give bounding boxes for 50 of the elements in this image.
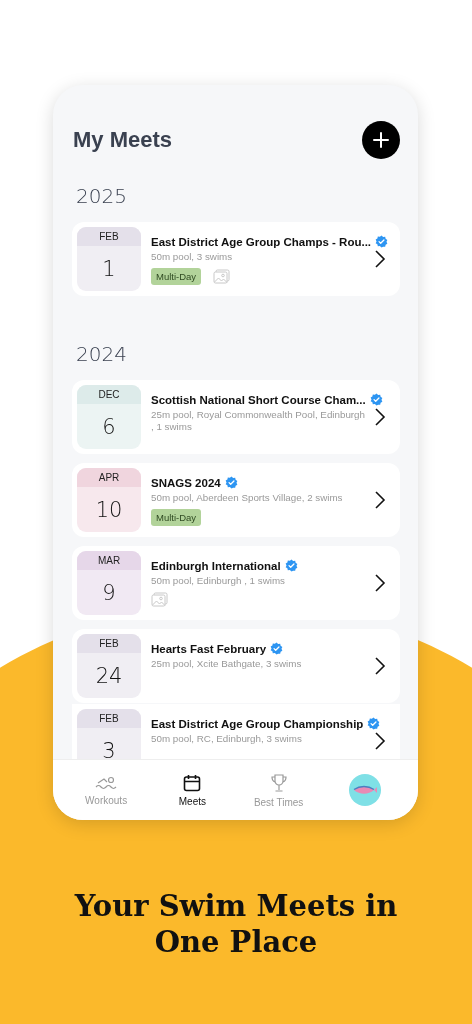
year-heading: 2025 bbox=[76, 184, 128, 208]
plus-icon bbox=[372, 131, 390, 149]
multi-day-tag: Multi-Day bbox=[151, 508, 202, 526]
meet-card[interactable]: DEC 6 Scottish National Short Course Cham... 25m pool, Royal Commonwealth Pool, Edinburgh , 1 swims bbox=[72, 380, 400, 454]
day-number: 1 bbox=[101, 255, 117, 283]
chevron-icon[interactable] bbox=[374, 573, 386, 593]
day-number: 10 bbox=[94, 496, 124, 524]
month-label: DEC bbox=[77, 385, 141, 404]
chevron-icon[interactable] bbox=[374, 656, 386, 676]
meet-card[interactable]: MAR 9 Edinburgh International 50m pool, Edinburgh , 1 swims bbox=[72, 546, 400, 620]
trophy-icon bbox=[269, 772, 288, 793]
multi-day-tag: Multi-Day bbox=[151, 267, 202, 285]
meet-title: SNAGS 2024 bbox=[151, 476, 221, 489]
day-number: 9 bbox=[101, 579, 117, 607]
meet-title: East District Age Group Champs - Rou... bbox=[151, 235, 372, 248]
chevron-icon[interactable] bbox=[374, 731, 386, 751]
meet-title: Scottish National Short Course Cham... bbox=[151, 393, 366, 406]
meet-details: 50m pool, 3 swims bbox=[151, 251, 234, 263]
meet-title: Edinburgh International bbox=[151, 559, 281, 572]
month-label: FEB bbox=[77, 709, 141, 728]
month-label: APR bbox=[77, 468, 141, 487]
month-label: MAR bbox=[77, 551, 141, 570]
chevron-icon[interactable] bbox=[374, 407, 386, 427]
day-number: 6 bbox=[101, 413, 117, 441]
meet-title: Hearts Fast February bbox=[151, 642, 267, 655]
meet-card[interactable]: FEB 1 East District Age Group Champs - Rou... 50m pool, 3 swims Multi-Day bbox=[72, 222, 400, 296]
headline: One Place bbox=[153, 924, 319, 960]
calendar-icon bbox=[183, 773, 202, 792]
meet-details: 25m pool, Royal Commonwealth Pool, Edinburgh , 1 swims bbox=[151, 409, 366, 433]
meet-details: 50m pool, Edinburgh , 1 swims bbox=[151, 575, 286, 587]
screen-title: My Meets bbox=[73, 127, 173, 153]
meet-details: 50m pool, Aberdeen Sports Village, 2 swims bbox=[151, 492, 344, 504]
swimmer-icon bbox=[95, 774, 118, 791]
meet-card[interactable]: FEB 3 East District Age Group Championship 50m pool, RC, Edinburgh, 3 swims bbox=[72, 704, 400, 759]
meet-details: 50m pool, RC, Edinburgh, 3 swims bbox=[151, 733, 303, 745]
chevron-icon[interactable] bbox=[374, 249, 386, 269]
day-number: 24 bbox=[94, 662, 124, 690]
headline: Your Swim Meets in bbox=[73, 888, 399, 924]
add-button[interactable] bbox=[362, 121, 400, 159]
chevron-icon[interactable] bbox=[374, 490, 386, 510]
month-label: FEB bbox=[77, 227, 141, 246]
month-label: FEB bbox=[77, 634, 141, 653]
meet-card[interactable]: FEB 24 Hearts Fast February 25m pool, Xcite Bathgate, 3 swims bbox=[72, 629, 400, 703]
meet-details: 25m pool, Xcite Bathgate, 3 swims bbox=[151, 658, 303, 670]
meet-title: East District Age Group Championship bbox=[151, 717, 364, 730]
avatar-icon bbox=[348, 774, 381, 806]
tab[interactable]: Meets bbox=[152, 773, 233, 807]
year-heading: 2024 bbox=[76, 342, 128, 366]
meet-card[interactable]: APR 10 SNAGS 2024 50m pool, Aberdeen Sports Village, 2 swims Multi-Day bbox=[72, 463, 400, 537]
day-number: 3 bbox=[101, 737, 117, 759]
